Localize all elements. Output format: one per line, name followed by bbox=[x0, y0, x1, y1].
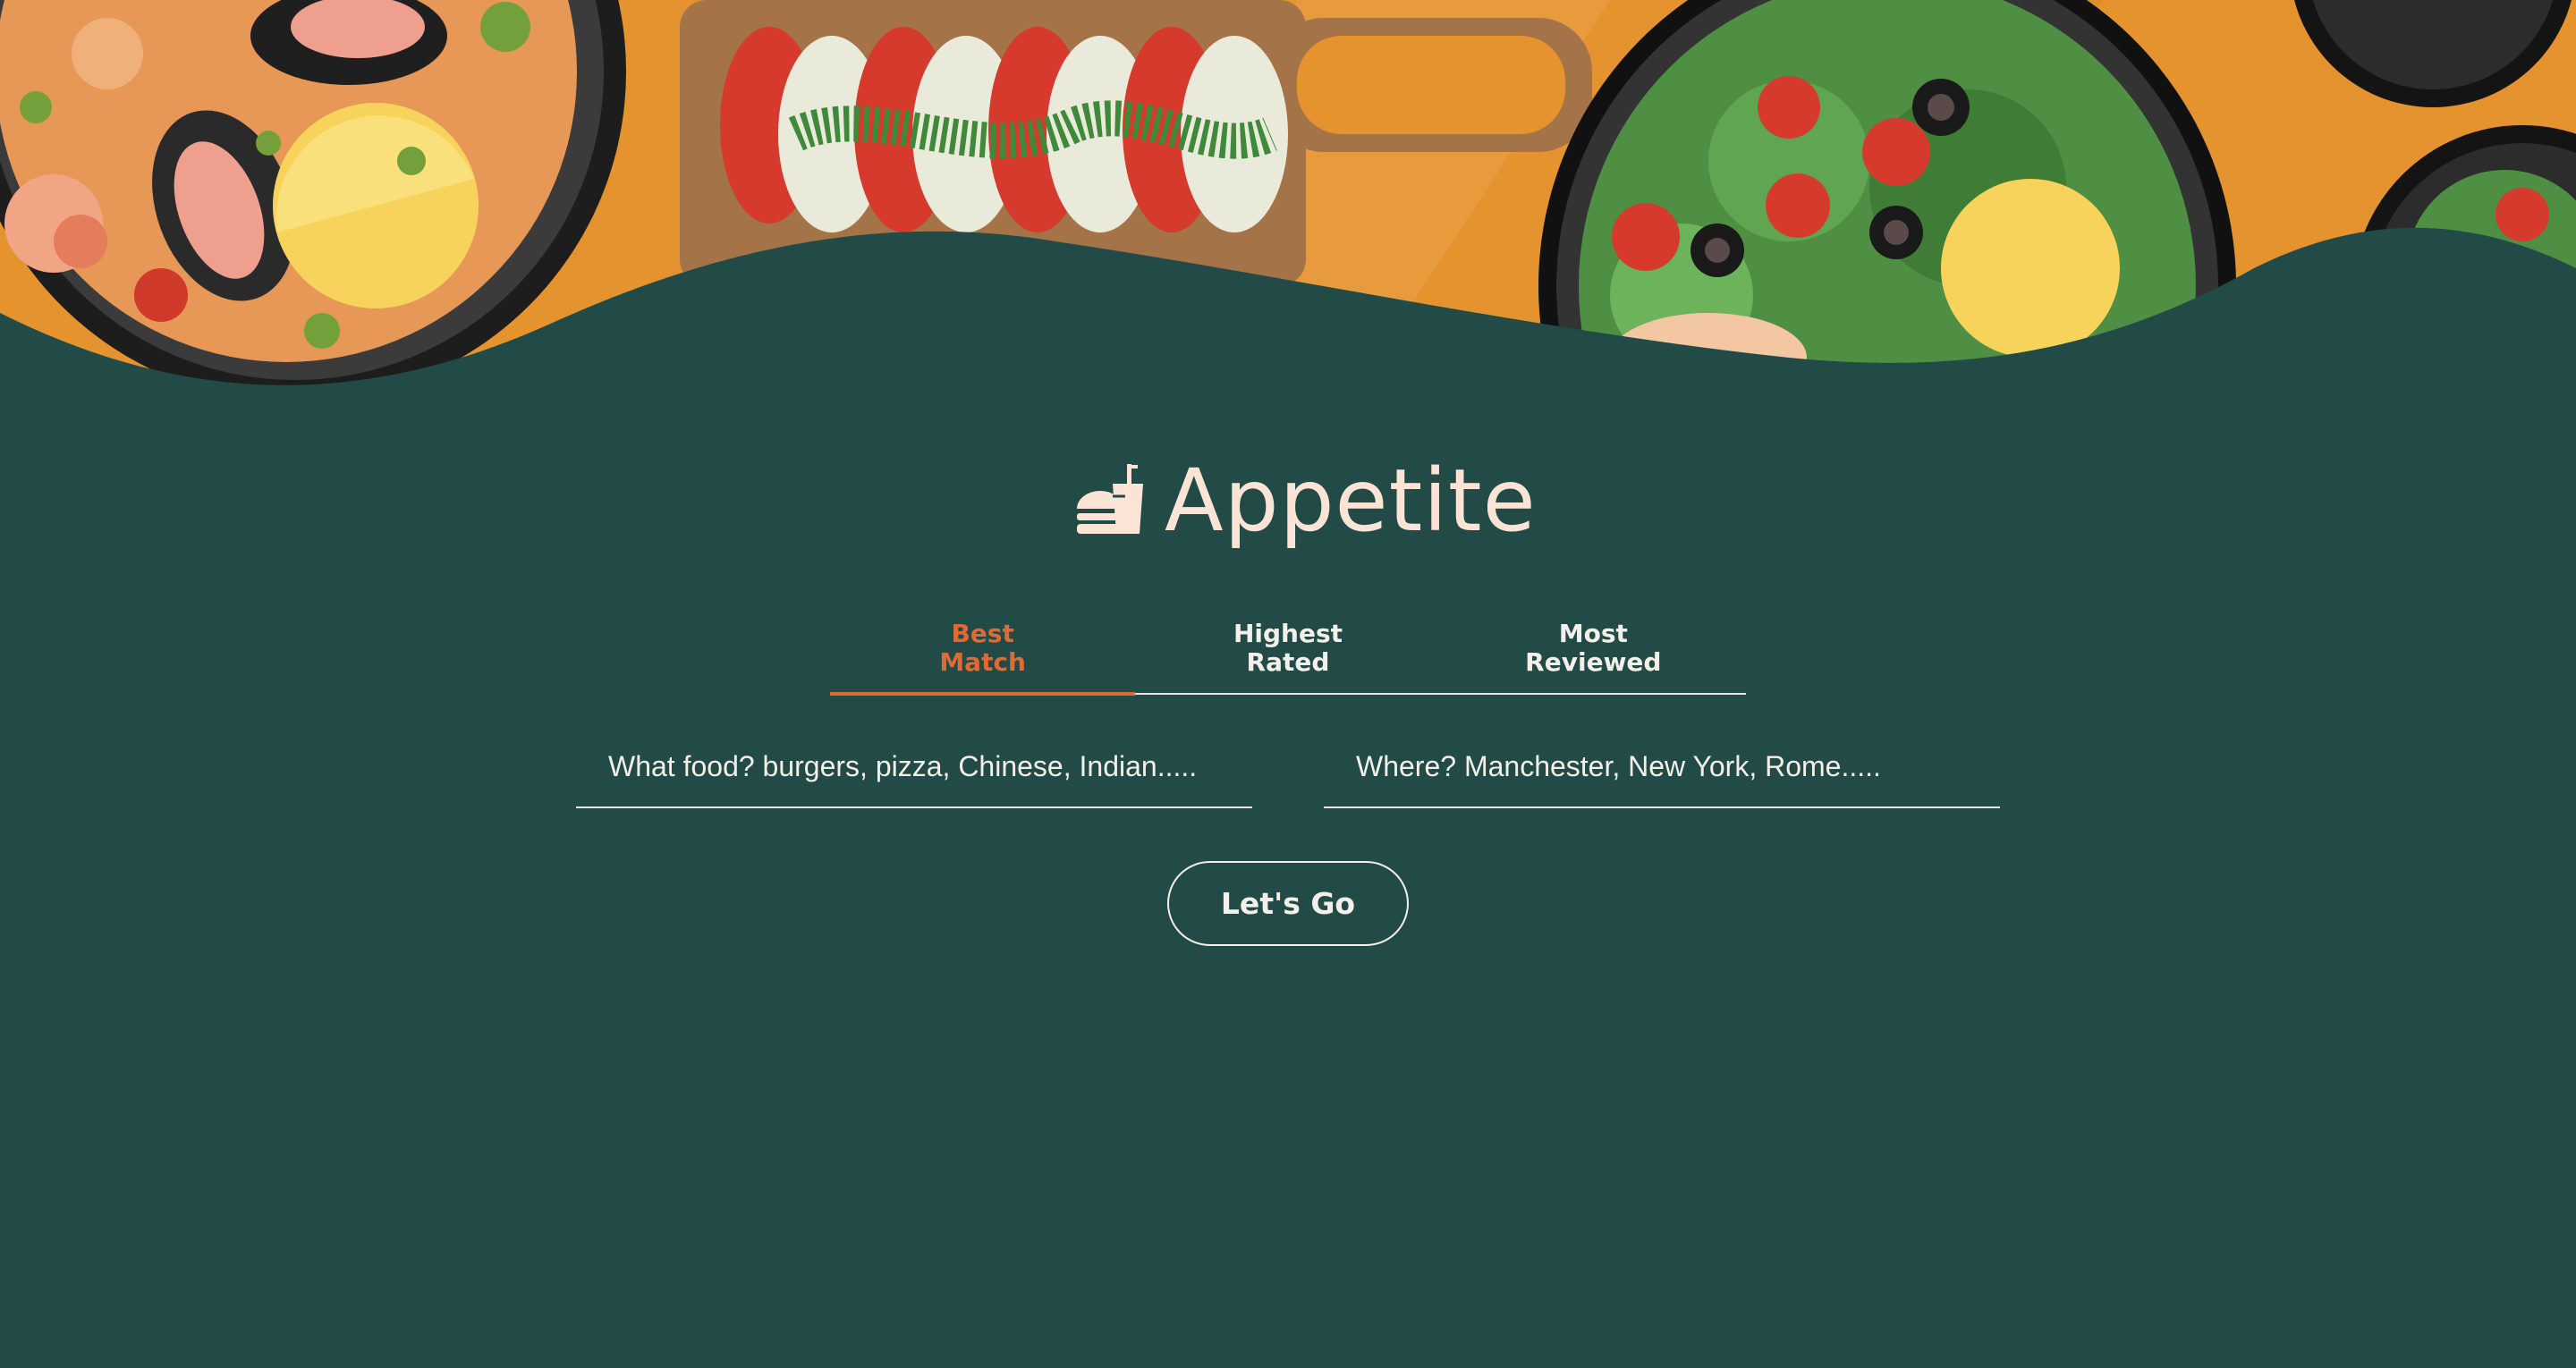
page: Appetite Best Match Highest Rated Most R… bbox=[0, 0, 2576, 1368]
food-field bbox=[576, 735, 1252, 808]
hero-food-illustration bbox=[0, 0, 2576, 411]
tab-label: Most Reviewed bbox=[1525, 619, 1662, 677]
brand-logo[interactable]: Appetite bbox=[1073, 452, 1537, 550]
lets-go-button[interactable]: Let's Go bbox=[1167, 861, 1409, 946]
food-search-input[interactable] bbox=[576, 735, 1252, 798]
location-field bbox=[1324, 735, 2000, 808]
tab-best-match[interactable]: Best Match bbox=[830, 619, 1136, 696]
tab-most-reviewed[interactable]: Most Reviewed bbox=[1441, 620, 1746, 693]
sort-tabs: Best Match Highest Rated Most Reviewed bbox=[830, 619, 1746, 696]
tab-label: Highest Rated bbox=[1233, 619, 1343, 677]
app-title: Appetite bbox=[1165, 451, 1537, 551]
tab-highest-rated[interactable]: Highest Rated bbox=[1135, 620, 1440, 693]
location-search-input[interactable] bbox=[1324, 735, 2000, 798]
burger-and-drink-icon bbox=[1077, 464, 1143, 534]
tab-label: Best Match bbox=[939, 619, 1026, 677]
